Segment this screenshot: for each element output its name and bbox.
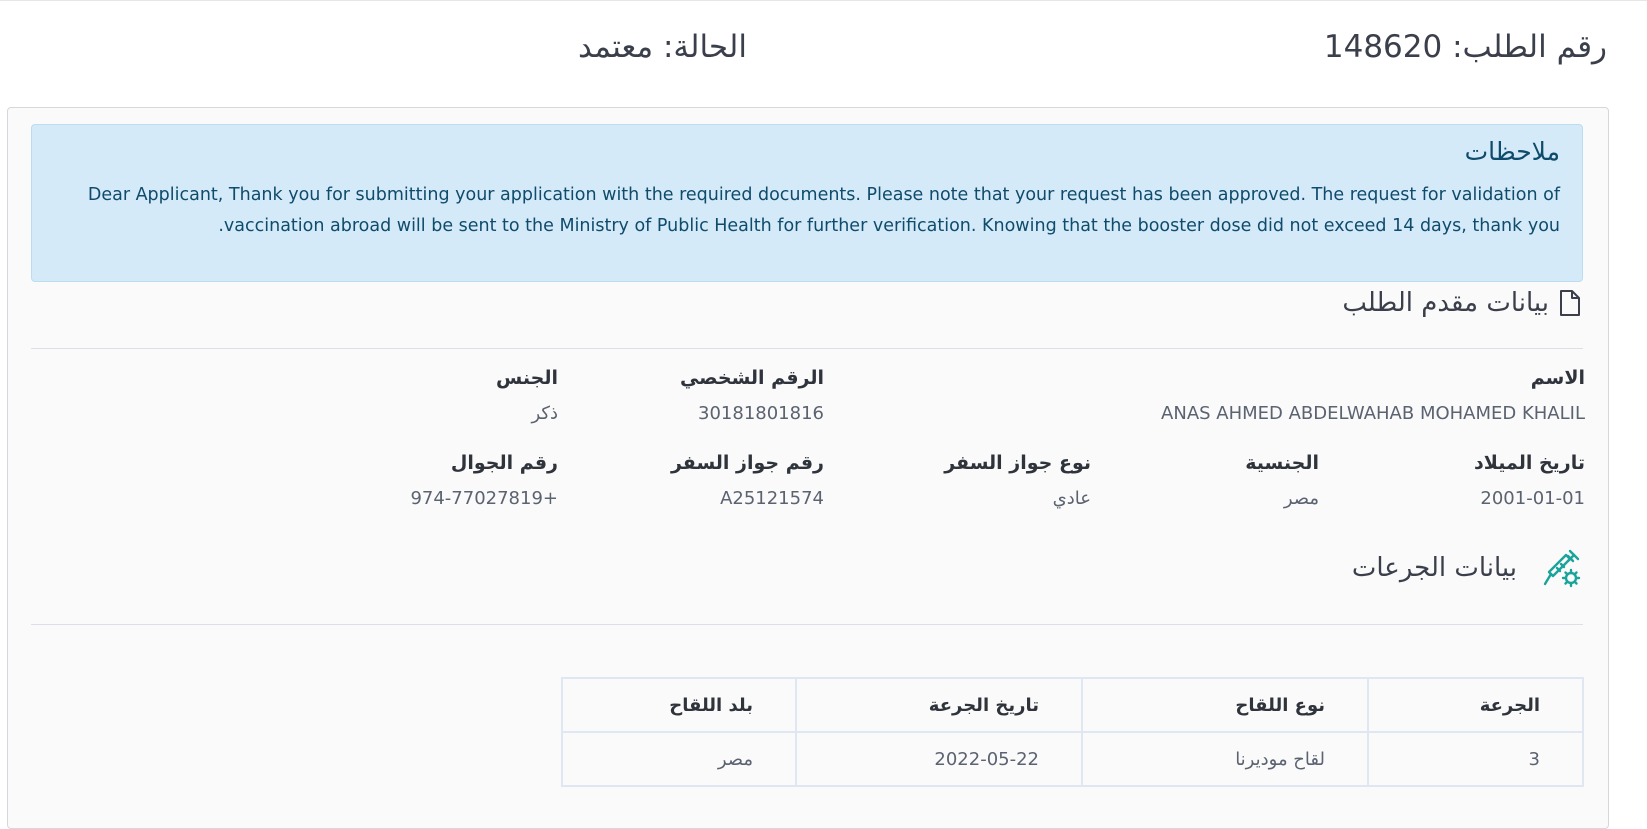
field-label: الجنسية	[1245, 452, 1319, 474]
doses-section-title: بيانات الجرعات	[1352, 548, 1581, 588]
field-birth-date: تاريخ الميلاد 2001-01-01	[1474, 452, 1585, 509]
applicant-divider	[31, 348, 1583, 349]
column-header-vaccine-country: بلد اللقاح	[561, 677, 797, 733]
field-passport-type: نوع جواز السفر عادي	[944, 452, 1091, 509]
document-icon	[1559, 290, 1581, 316]
field-label: نوع جواز السفر	[944, 452, 1091, 474]
field-value: 30181801816	[698, 403, 824, 424]
field-mobile: رقم الجوال +974-77027819	[410, 452, 558, 509]
field-value: A25121574	[720, 488, 824, 509]
request-header: رقم الطلب: 148620 الحالة: معتمد	[0, 0, 1647, 101]
applicant-section-label: بيانات مقدم الطلب	[1342, 288, 1549, 318]
vaccine-type-cell: لقاح موديرنا	[1081, 731, 1369, 787]
field-value: ذكر	[531, 403, 558, 424]
request-status: الحالة: معتمد	[578, 29, 747, 65]
column-header-dose: الجرعة	[1367, 677, 1584, 733]
field-passport-number: رقم جواز السفر A25121574	[671, 452, 824, 509]
field-label: رقم الجوال	[450, 452, 558, 474]
field-label: الاسم	[1530, 367, 1585, 389]
dose-date-cell: 2022-05-22	[795, 731, 1083, 787]
field-nationality: الجنسية مصر	[1245, 452, 1319, 509]
doses-section-label: بيانات الجرعات	[1351, 553, 1517, 583]
field-value: عادي	[1052, 488, 1091, 509]
field-value: 2001-01-01	[1480, 488, 1585, 509]
vaccine-country-cell: مصر	[561, 731, 797, 787]
field-label: رقم جواز السفر	[670, 452, 824, 474]
request-number: رقم الطلب: 148620	[1323, 29, 1607, 65]
field-value: مصر	[1283, 488, 1319, 509]
notes-body: Dear Applicant, Thank you for submitting…	[87, 185, 1560, 236]
table-row: 3 لقاح موديرنا 2022-05-22 مصر	[561, 731, 1584, 787]
notes-title: ملاحظات	[1464, 137, 1560, 166]
doses-table: الجرعة نوع اللقاح تاريخ الجرعة بلد اللقا…	[561, 677, 1584, 787]
field-personal-id: الرقم الشخصي 30181801816	[680, 367, 824, 424]
column-header-dose-date: تاريخ الجرعة	[795, 677, 1083, 733]
field-label: الرقم الشخصي	[679, 367, 824, 389]
field-label: تاريخ الميلاد	[1474, 452, 1585, 474]
doses-divider	[31, 624, 1583, 625]
dose-number-cell: 3	[1367, 731, 1584, 787]
table-header-row: الجرعة نوع اللقاح تاريخ الجرعة بلد اللقا…	[561, 677, 1584, 733]
field-gender: الجنس ذكر	[496, 367, 558, 424]
notes-alert: ملاحظات Dear Applicant, Thank you for su…	[31, 124, 1583, 282]
syringe-icon	[1541, 548, 1581, 588]
field-name: الاسم ANAS AHMED ABDELWAHAB MOHAMED KHAL…	[1161, 367, 1585, 424]
field-value: +974-77027819	[410, 488, 558, 509]
column-header-vaccine-type: نوع اللقاح	[1081, 677, 1369, 733]
request-details-card: ملاحظات Dear Applicant, Thank you for su…	[7, 107, 1609, 829]
field-value: ANAS AHMED ABDELWAHAB MOHAMED KHALIL	[1161, 403, 1585, 424]
applicant-section-title: بيانات مقدم الطلب	[1342, 288, 1581, 318]
field-label: الجنس	[496, 367, 558, 389]
